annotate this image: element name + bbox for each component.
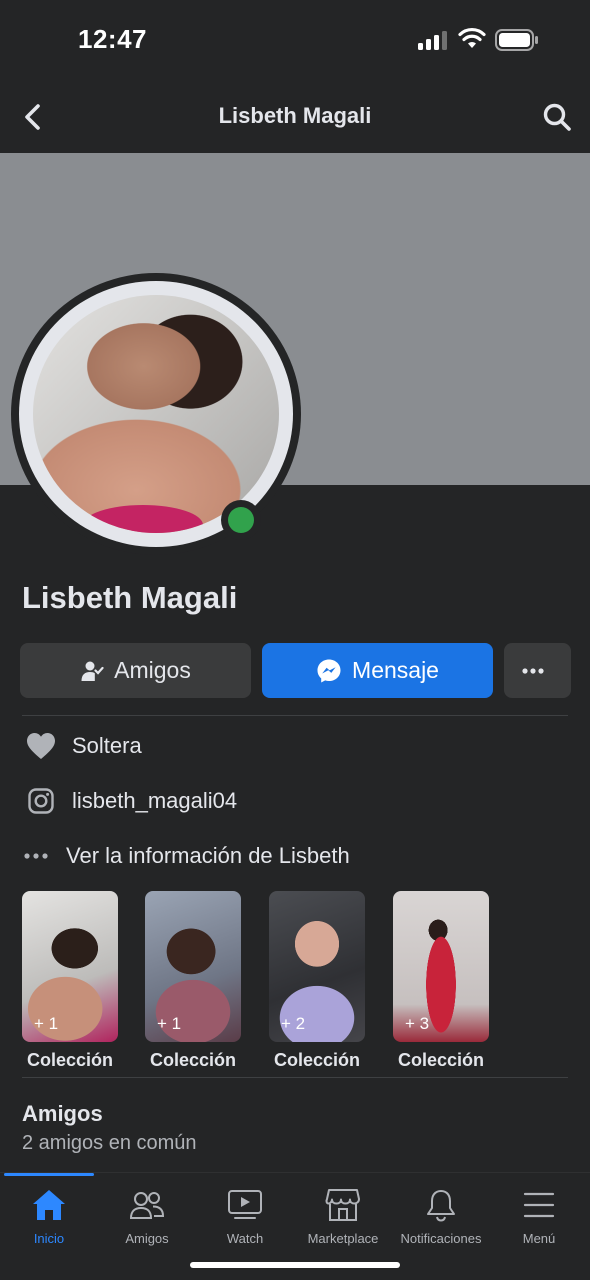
friends-button[interactable]: Amigos: [20, 643, 251, 698]
collection-item[interactable]: + 2 Colección: [269, 891, 365, 1071]
relationship-status: Soltera: [72, 733, 142, 758]
menu-icon: [490, 1187, 588, 1223]
heart-icon: [26, 731, 56, 761]
ellipsis-icon: [521, 667, 544, 674]
online-status-badge: [221, 500, 261, 540]
nav-label: Marketplace: [307, 1231, 379, 1246]
collection-count: + 3: [405, 1014, 430, 1033]
friends-section-title[interactable]: Amigos: [22, 1101, 103, 1127]
status-time: 12:47: [78, 24, 147, 54]
nav-label: Inicio: [33, 1231, 65, 1246]
collection-thumbnail: + 3: [393, 891, 489, 1042]
home-icon: [0, 1187, 98, 1223]
collection-item[interactable]: + 1 Colección: [22, 891, 118, 1071]
nav-label: Menú: [522, 1231, 556, 1246]
friends-button-label: Amigos: [114, 657, 191, 683]
instagram-handle: lisbeth_magali04: [72, 788, 238, 813]
nav-item-inicio[interactable]: Inicio: [0, 1187, 98, 1246]
ellipsis-icon: [22, 841, 50, 871]
marketplace-icon: [294, 1187, 392, 1223]
featured-collections: + 1 Colección + 1 Colección + 2 Colecció…: [22, 891, 568, 1071]
profile-actions: Amigos Mensaje: [20, 643, 571, 698]
nav-item-notificaciones[interactable]: Notificaciones: [392, 1187, 490, 1246]
instagram-icon: [26, 786, 56, 816]
nav-item-menu[interactable]: Menú: [490, 1187, 588, 1246]
messenger-icon: [317, 659, 341, 682]
instagram-row[interactable]: lisbeth_magali04: [26, 786, 237, 816]
collection-thumbnail: + 1: [22, 891, 118, 1042]
friend-check-icon: [81, 661, 104, 681]
collection-thumbnail: + 2: [269, 891, 365, 1042]
collection-item[interactable]: + 3 Colección: [393, 891, 489, 1071]
battery-icon: [495, 29, 538, 51]
nav-label: Notificaciones: [400, 1231, 482, 1246]
nav-item-marketplace[interactable]: Marketplace: [294, 1187, 392, 1246]
collection-label: Colección: [149, 1050, 237, 1070]
friends-icon: [98, 1187, 196, 1223]
nav-item-amigos[interactable]: Amigos: [98, 1187, 196, 1246]
watch-icon: [196, 1187, 294, 1223]
collection-count: + 1: [157, 1014, 182, 1033]
divider: [22, 715, 568, 716]
collection-thumbnail: + 1: [145, 891, 241, 1042]
more-options-button[interactable]: [504, 643, 571, 698]
signal-icon: [418, 31, 447, 50]
wifi-icon: [458, 27, 486, 48]
search-icon[interactable]: [542, 102, 572, 132]
relationship-row: Soltera: [26, 731, 142, 761]
status-bar: 12:47: [0, 0, 590, 80]
home-indicator[interactable]: [190, 1262, 400, 1268]
message-button[interactable]: Mensaje: [262, 643, 493, 698]
collection-label: Colección: [26, 1050, 114, 1070]
mutual-friends-count: 2 amigos en común: [22, 1132, 197, 1154]
collection-count: + 2: [281, 1014, 306, 1033]
top-nav: Lisbeth Magali: [0, 84, 590, 150]
nav-item-watch[interactable]: Watch: [196, 1187, 294, 1246]
collection-item[interactable]: + 1 Colección: [145, 891, 241, 1071]
see-info-row[interactable]: Ver la información de Lisbeth: [22, 841, 350, 871]
bell-icon: [392, 1187, 490, 1223]
message-button-label: Mensaje: [352, 657, 439, 683]
avatar: [33, 295, 279, 533]
see-info-link: Ver la información de Lisbeth: [66, 843, 350, 868]
page-title: Lisbeth Magali: [218, 103, 372, 128]
collection-label: Colección: [273, 1050, 361, 1070]
profile-name: Lisbeth Magali: [22, 580, 238, 615]
collection-count: + 1: [34, 1014, 59, 1033]
collection-label: Colección: [397, 1050, 485, 1070]
divider: [22, 1077, 568, 1078]
nav-label: Watch: [226, 1231, 264, 1246]
nav-label: Amigos: [125, 1231, 169, 1246]
active-tab-indicator: [4, 1173, 94, 1176]
